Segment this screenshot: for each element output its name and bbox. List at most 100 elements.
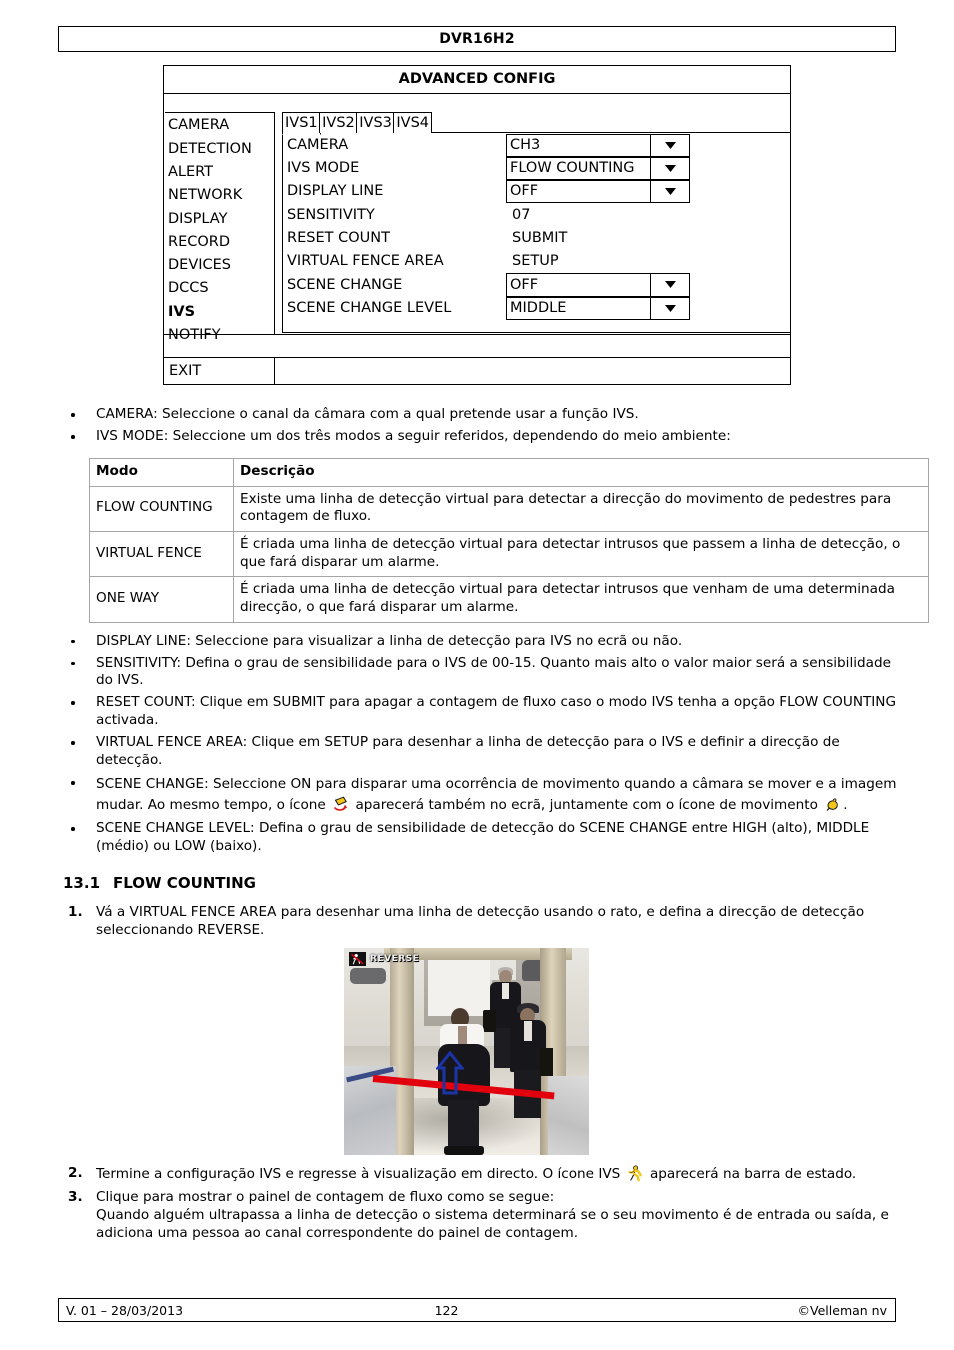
sensitivity-value[interactable]: 07 bbox=[510, 208, 530, 223]
steps-list-continued: 2. Termine a configuração IVS e regresse… bbox=[58, 1165, 898, 1243]
virtual-fence-area-setup-button[interactable]: SETUP bbox=[510, 254, 559, 269]
cell-description: Existe uma linha de detecção virtual par… bbox=[233, 485, 929, 532]
cell-description: É criada uma linha de detecção virtual p… bbox=[233, 530, 929, 578]
sidebar-item-detection[interactable]: DETECTION bbox=[168, 137, 274, 160]
field-row-display-line: DISPLAY LINE OFF bbox=[283, 180, 790, 204]
sidebar-item-record[interactable]: RECORD bbox=[168, 230, 274, 253]
field-label-scene-change-level: SCENE CHANGE LEVEL bbox=[287, 299, 452, 316]
sidebar-item-display[interactable]: DISPLAY bbox=[168, 207, 274, 230]
bullet-text-scene-change-part2: aparecerá também no ecrã, juntamente com… bbox=[355, 797, 818, 814]
advanced-config-body: CAMERA DETECTION ALERT NETWORK DISPLAY R… bbox=[164, 112, 790, 342]
list-item: SCENE CHANGE LEVEL: Defina o grau de sen… bbox=[58, 820, 898, 856]
footer-copyright: ©Velleman nv bbox=[797, 1302, 887, 1318]
field-row-scene-change: SCENE CHANGE OFF bbox=[283, 273, 790, 297]
tab-ivs2[interactable]: IVS2 bbox=[319, 112, 358, 133]
bullet-text-sensitivity: SENSITIVITY: Defina o grau de sensibilid… bbox=[96, 654, 891, 689]
field-label-reset-count: RESET COUNT bbox=[287, 230, 390, 247]
ivs-mode-dropdown[interactable]: FLOW COUNTING bbox=[506, 156, 690, 181]
steps-list: 1. Vá a VIRTUAL FENCE AREA para desenhar… bbox=[58, 904, 898, 940]
list-item: CAMERA: Seleccione o canal da câmara com… bbox=[58, 406, 898, 424]
list-item: 2. Termine a configuração IVS e regresse… bbox=[58, 1165, 898, 1184]
tab-label: IVS3 bbox=[359, 114, 392, 131]
step-text-3-line2: Quando alguém ultrapassa a linha de dete… bbox=[96, 1206, 889, 1241]
camera-dropdown-value: CH3 bbox=[507, 134, 651, 156]
scene-change-dropdown[interactable]: OFF bbox=[506, 273, 690, 297]
section-heading: 13.1 FLOW COUNTING bbox=[63, 874, 898, 894]
scene-change-icon bbox=[332, 796, 349, 813]
photo-car-left bbox=[350, 968, 386, 984]
panel-exit-row: EXIT bbox=[164, 358, 790, 384]
field-row-scene-change-level: SCENE CHANGE LEVEL MIDDLE bbox=[283, 296, 790, 320]
sidebar-item-label: DISPLAY bbox=[168, 210, 228, 227]
field-row-camera: CAMERA CH3 bbox=[283, 133, 790, 157]
list-item: IVS MODE: Seleccione um dos três modos a… bbox=[58, 428, 898, 446]
tab-label: IVS2 bbox=[322, 114, 355, 131]
sidebar-item-devices[interactable]: DEVICES bbox=[168, 254, 274, 277]
sidebar-item-notify[interactable]: NOTIFY bbox=[168, 324, 274, 347]
tab-label: IVS1 bbox=[285, 115, 318, 131]
osd-reverse-badge: REVERSE bbox=[349, 952, 422, 966]
sidebar-item-label: CAMERA bbox=[168, 117, 230, 134]
step-number: 3. bbox=[68, 1188, 83, 1205]
list-item: 1. Vá a VIRTUAL FENCE AREA para desenhar… bbox=[58, 904, 898, 940]
step-number: 1. bbox=[68, 903, 83, 920]
advanced-config-title: ADVANCED CONFIG bbox=[164, 66, 790, 94]
step-number: 2. bbox=[68, 1164, 83, 1181]
sidebar-item-label: NETWORK bbox=[168, 187, 243, 204]
ivs-tab-bar: IVS1 IVS2 IVS3 IVS4 bbox=[282, 112, 790, 135]
tab-label: IVS4 bbox=[396, 114, 429, 131]
tab-ivs3[interactable]: IVS3 bbox=[356, 112, 395, 133]
camera-view: REVERSE bbox=[344, 948, 589, 1155]
surveillance-screenshot: REVERSE bbox=[344, 948, 589, 1155]
document-page: DVR16H2 ADVANCED CONFIG CAMERA DETECTION… bbox=[0, 0, 954, 1350]
list-item: RESET COUNT: Clique em SUBMIT para apaga… bbox=[58, 694, 898, 730]
chevron-down-icon bbox=[651, 181, 689, 202]
bullet-text-ivs-mode: IVS MODE: Seleccione um dos três modos a… bbox=[96, 427, 731, 444]
exit-button[interactable]: EXIT bbox=[165, 358, 275, 384]
section-number: 13.1 bbox=[63, 874, 101, 893]
bullet-text-display-line: DISPLAY LINE: Seleccione para visualizar… bbox=[96, 632, 683, 649]
photo-truck bbox=[428, 956, 492, 1016]
field-row-sensitivity: SENSITIVITY 07 bbox=[283, 203, 790, 226]
table-row: VIRTUAL FENCE É criada uma linha de dete… bbox=[89, 530, 929, 578]
scene-change-level-dropdown[interactable]: MIDDLE bbox=[506, 296, 690, 320]
table-row: ONE WAY É criada uma linha de detecção v… bbox=[89, 576, 929, 623]
camera-dropdown[interactable]: CH3 bbox=[506, 133, 690, 157]
reverse-person-icon bbox=[349, 952, 366, 966]
osd-badge-label: REVERSE bbox=[370, 954, 420, 964]
config-right-pane: IVS1 IVS2 IVS3 IVS4 CAMERA CH3 IVS MODE … bbox=[282, 112, 790, 334]
document-header: DVR16H2 bbox=[58, 26, 896, 52]
list-item: VIRTUAL FENCE AREA: Clique em SETUP para… bbox=[58, 734, 898, 770]
direction-arrow-icon bbox=[434, 1050, 466, 1095]
sidebar-item-label: DCCS bbox=[168, 280, 209, 297]
footer-page-number: 122 bbox=[434, 1302, 459, 1318]
field-label-scene-change: SCENE CHANGE bbox=[287, 276, 403, 293]
sidebar-item-ivs[interactable]: IVS bbox=[168, 300, 274, 323]
cell-mode: VIRTUAL FENCE bbox=[89, 530, 234, 578]
sidebar-item-label: RECORD bbox=[168, 233, 231, 250]
list-item: SENSITIVITY: Defina o grau de sensibilid… bbox=[58, 655, 898, 691]
sidebar-item-label: ALERT bbox=[168, 163, 214, 180]
tab-ivs1[interactable]: IVS1 bbox=[282, 112, 321, 135]
bullet-text-reset-count: RESET COUNT: Clique em SUBMIT para apaga… bbox=[96, 694, 897, 729]
sidebar-item-label: IVS bbox=[168, 303, 196, 320]
field-label-sensitivity: SENSITIVITY bbox=[287, 206, 375, 223]
sidebar-item-alert[interactable]: ALERT bbox=[168, 161, 274, 184]
field-row-ivs-mode: IVS MODE FLOW COUNTING bbox=[283, 156, 790, 181]
chevron-down-icon bbox=[651, 135, 689, 156]
display-line-dropdown[interactable]: OFF bbox=[506, 180, 690, 204]
table-row: FLOW COUNTING Existe uma linha de detecç… bbox=[89, 485, 929, 532]
ivs-mode-dropdown-value: FLOW COUNTING bbox=[507, 157, 651, 180]
sidebar-item-label: DEVICES bbox=[168, 257, 232, 274]
chevron-down-icon bbox=[651, 158, 689, 179]
sidebar-item-dccs[interactable]: DCCS bbox=[168, 277, 274, 300]
cell-mode: FLOW COUNTING bbox=[89, 485, 234, 532]
tab-bar-filler bbox=[430, 112, 790, 133]
config-sidebar-menu: CAMERA DETECTION ALERT NETWORK DISPLAY R… bbox=[165, 112, 275, 342]
sidebar-item-network[interactable]: NETWORK bbox=[168, 184, 274, 207]
field-label-display-line: DISPLAY LINE bbox=[287, 183, 384, 200]
document-header-title: DVR16H2 bbox=[439, 31, 515, 47]
sidebar-item-camera[interactable]: CAMERA bbox=[168, 114, 274, 137]
tab-ivs4[interactable]: IVS4 bbox=[393, 112, 432, 133]
reset-count-submit-button[interactable]: SUBMIT bbox=[510, 231, 567, 246]
